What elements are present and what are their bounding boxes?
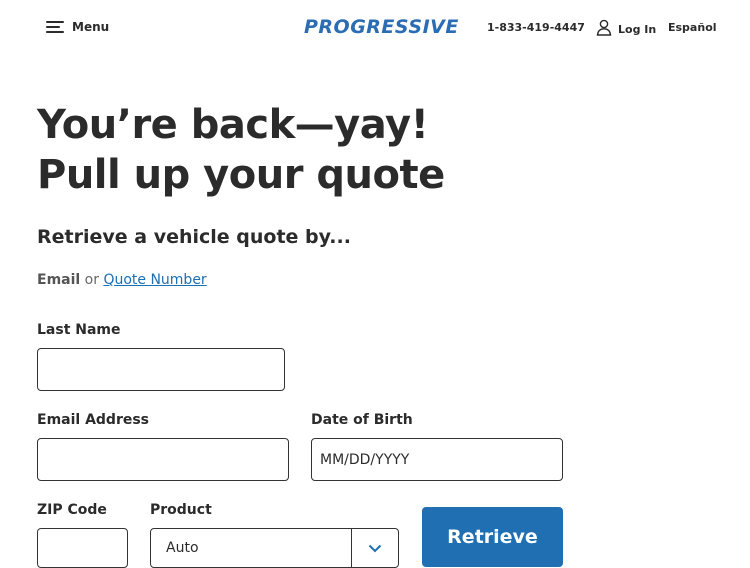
hamburger-icon: [46, 20, 64, 34]
retrieve-subheading: Retrieve a vehicle quote by...: [37, 226, 351, 248]
page-title-line1: You’re back—yay!: [37, 102, 429, 148]
menu-button[interactable]: Menu: [46, 20, 109, 34]
date-of-birth-input[interactable]: [311, 438, 563, 481]
product-label: Product: [150, 502, 212, 518]
page-title: You’re back—yay! Pull up your quote: [37, 100, 445, 200]
retrieve-by-or-text: or: [84, 272, 99, 288]
email-address-label: Email Address: [37, 412, 150, 428]
email-address-input[interactable]: [37, 438, 289, 481]
language-toggle-espanol[interactable]: Español: [668, 21, 717, 34]
progressive-logo[interactable]: PROGRESSIVE: [304, 16, 459, 38]
menu-label: Menu: [72, 20, 110, 34]
retrieve-by-quote-number-link[interactable]: Quote Number: [103, 272, 206, 288]
login-label: Log In: [618, 23, 657, 36]
page-title-line2: Pull up your quote: [37, 152, 445, 198]
retrieve-method-selector: Email or Quote Number: [37, 272, 207, 288]
zip-code-input[interactable]: [37, 528, 128, 568]
retrieve-button[interactable]: Retrieve: [422, 507, 563, 567]
retrieve-by-email-option[interactable]: Email: [37, 272, 80, 288]
last-name-label: Last Name: [37, 322, 121, 338]
zip-code-label: ZIP Code: [37, 502, 107, 518]
chevron-down-icon: [351, 529, 398, 567]
product-selected-value: Auto: [166, 540, 199, 556]
user-icon: [596, 19, 612, 40]
login-button[interactable]: Log In: [596, 19, 656, 40]
phone-number-link[interactable]: 1-833-419-4447: [487, 21, 585, 34]
last-name-input[interactable]: [37, 348, 285, 391]
date-of-birth-label: Date of Birth: [311, 412, 413, 428]
product-select[interactable]: Auto: [150, 528, 399, 568]
